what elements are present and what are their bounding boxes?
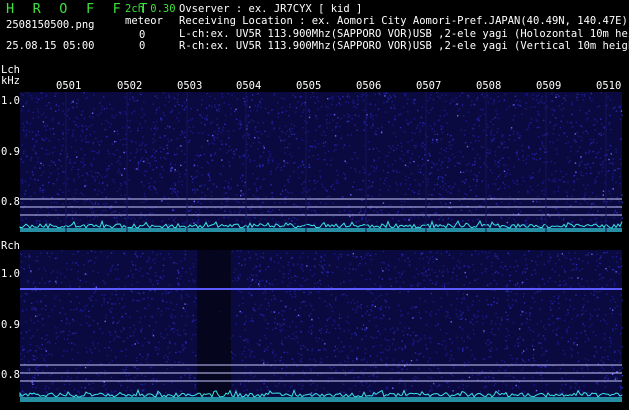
rch-carrier-line <box>20 288 622 290</box>
lch-level-base <box>20 228 622 232</box>
rch-level-base <box>20 397 622 402</box>
rch-blank-band <box>197 250 231 396</box>
spectrogram <box>19 92 624 402</box>
lch-spectrum-bg <box>20 92 622 232</box>
rch-spectrum-bg <box>20 250 622 402</box>
